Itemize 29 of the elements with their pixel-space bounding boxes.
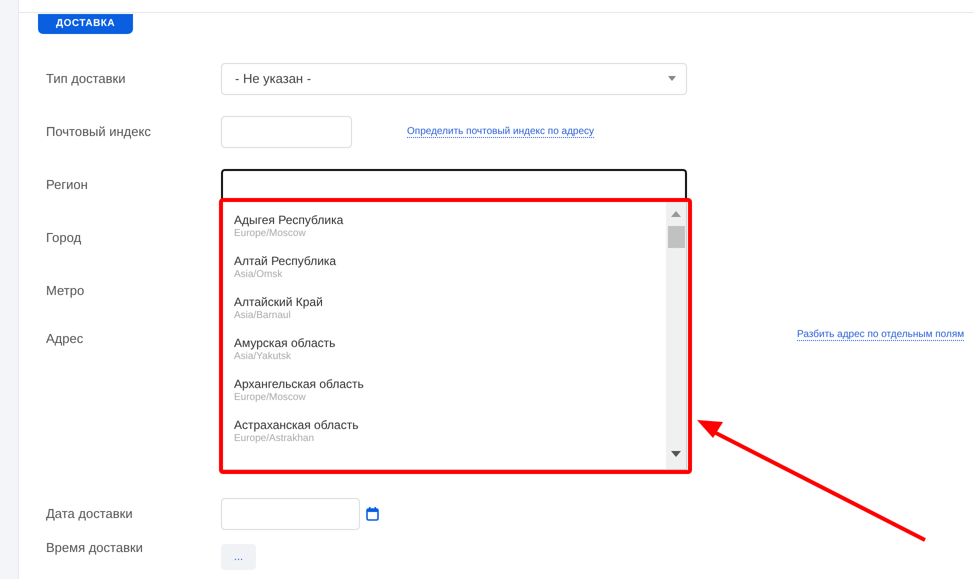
option-timezone: Europe/Moscow (234, 228, 307, 240)
link[interactable]: Разбить адрес по отдельным полям (797, 329, 964, 341)
option-timezone: Europe/Astrakhan (234, 433, 316, 445)
option-name[interactable]: Алтай Республика (234, 253, 654, 269)
option-name[interactable]: Амурская область (234, 335, 654, 351)
field-label: Адрес (46, 331, 84, 346)
field-label: Регион (46, 177, 89, 192)
option-timezone: Asia/Yakutsk (234, 351, 292, 363)
option-name[interactable]: Архангельская область (234, 376, 654, 392)
time-picker-button[interactable]: ... (221, 544, 256, 570)
option-name[interactable]: Адыгея Республика (234, 212, 654, 228)
input-field[interactable] (221, 169, 687, 200)
calendar-icon[interactable] (366, 506, 379, 520)
caret-icon (668, 76, 676, 81)
option-timezone: Asia/Barnaul (234, 310, 292, 322)
section-tab[interactable]: ДОСТАВКА (38, 14, 134, 34)
field-label: Почтовый индекс (46, 124, 152, 139)
field-label: Тип доставки (46, 71, 126, 86)
date-field[interactable] (221, 498, 360, 530)
field-label: Метро (46, 283, 86, 298)
option-name[interactable]: Астраханская область (234, 417, 654, 433)
link[interactable]: Определить почтовый индекс по адресу (407, 126, 594, 138)
option-timezone: Asia/Omsk (234, 269, 284, 281)
option-timezone: Europe/Moscow (234, 392, 307, 404)
delivery-type-select[interactable]: - Не указан - (221, 62, 687, 94)
option-name[interactable]: Алтайский Край (234, 294, 654, 310)
field-label: Время доставки (46, 540, 144, 555)
field-label: Город (46, 230, 82, 245)
field-label: Дата доставки (46, 506, 134, 521)
